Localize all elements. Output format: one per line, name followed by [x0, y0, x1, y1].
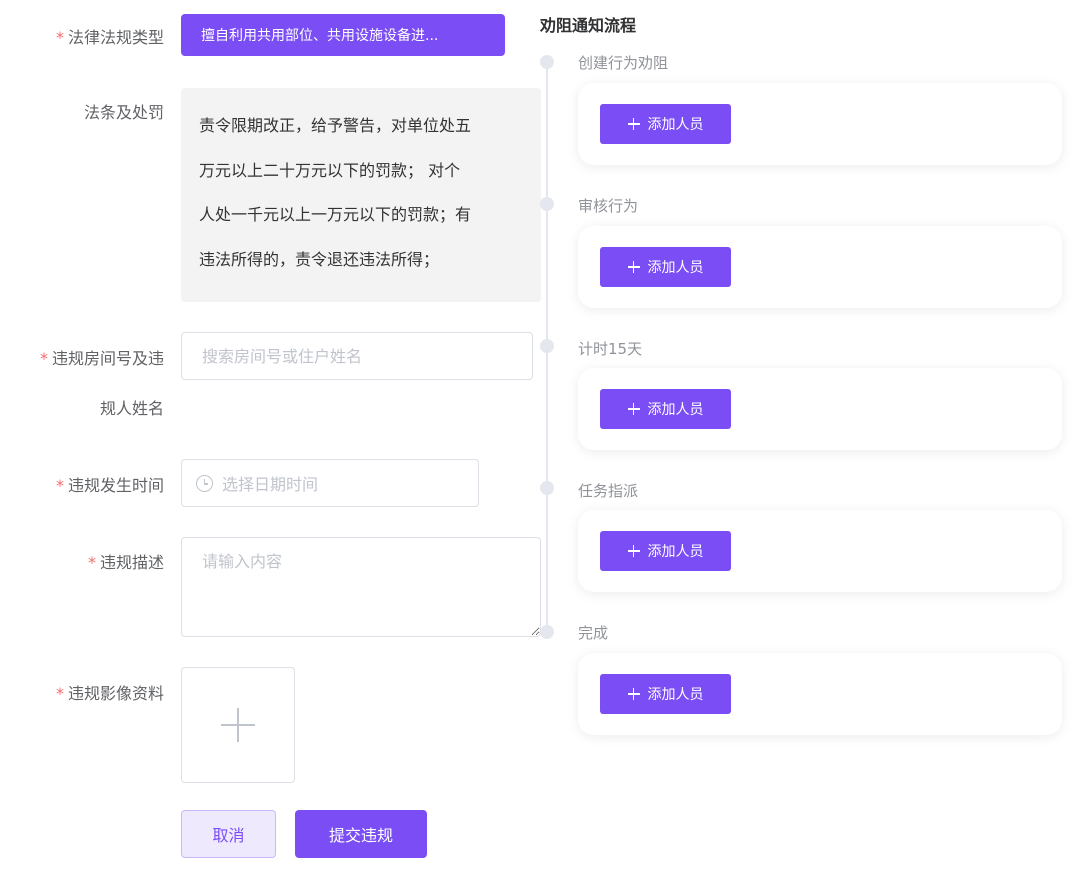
- time-label: * 违规发生时间: [55, 476, 164, 495]
- add-member-button[interactable]: 添加人员: [600, 531, 731, 571]
- flow-title: 劝阻通知流程: [540, 16, 637, 35]
- step-card-timer: 添加人员: [578, 368, 1062, 450]
- image-upload-button[interactable]: [181, 667, 295, 783]
- timeline-dot: [540, 481, 554, 495]
- submit-violation-button[interactable]: 提交违规: [295, 810, 427, 858]
- add-member-button[interactable]: 添加人员: [600, 247, 731, 287]
- step-card-assign: 添加人员: [578, 510, 1062, 592]
- step-label-create: 创建行为劝阻: [578, 54, 669, 72]
- media-label: * 违规影像资料: [55, 684, 164, 703]
- add-member-button[interactable]: 添加人员: [600, 104, 731, 144]
- timeline-dot: [540, 625, 554, 639]
- plus-icon: [627, 403, 640, 415]
- datetime-picker[interactable]: 选择日期时间: [181, 459, 479, 507]
- step-label-assign: 任务指派: [578, 482, 639, 500]
- penalty-line: 人处一千元以上一万元以下的罚款；有: [199, 205, 472, 224]
- penalty-line: 责令限期改正，给予警告，对单位处五: [199, 116, 472, 135]
- plus-icon: [627, 688, 640, 700]
- step-card-create: 添加人员: [578, 83, 1062, 165]
- room-label-line2: 规人姓名: [99, 399, 164, 418]
- step-label-review: 审核行为: [578, 197, 639, 215]
- datetime-placeholder: 选择日期时间: [222, 475, 319, 494]
- room-label: * 违规房间号及违: [39, 349, 164, 368]
- step-card-complete: 添加人员: [578, 653, 1062, 735]
- step-label-timer: 计时15天: [578, 340, 643, 358]
- timeline-dot: [540, 55, 554, 69]
- penalty-line: 万元以上二十万元以下的罚款； 对个: [199, 160, 461, 180]
- law-type-select-button[interactable]: 擅自利用共用部位、共用设施设备进...: [181, 14, 505, 56]
- penalty-label: 法条及处罚: [83, 103, 164, 122]
- description-textarea[interactable]: [181, 537, 541, 637]
- plus-icon: [627, 545, 640, 557]
- plus-icon: [221, 708, 255, 742]
- timeline-dot: [540, 339, 554, 353]
- cancel-button[interactable]: 取消: [181, 810, 276, 858]
- law-type-label: * 法律法规类型: [55, 28, 164, 47]
- penalty-line: 违法所得的，责令退还违法所得；: [199, 249, 440, 269]
- clock-icon: [196, 474, 213, 492]
- room-search-input[interactable]: [181, 332, 533, 380]
- description-label: * 违规描述: [87, 553, 164, 572]
- plus-icon: [627, 261, 640, 273]
- violation-form-page: * 法律法规类型 擅自利用共用部位、共用设施设备进... 法条及处罚 责令限期改正…: [0, 0, 1080, 876]
- step-card-review: 添加人员: [578, 226, 1062, 308]
- timeline-dot: [540, 197, 554, 211]
- add-member-button[interactable]: 添加人员: [600, 674, 731, 714]
- add-member-button[interactable]: 添加人员: [600, 389, 731, 429]
- plus-icon: [627, 118, 640, 130]
- step-label-complete: 完成: [578, 624, 609, 642]
- penalty-text-box: 责令限期改正，给予警告，对单位处五 万元以上二十万元以下的罚款； 对个 人处一千…: [181, 88, 541, 302]
